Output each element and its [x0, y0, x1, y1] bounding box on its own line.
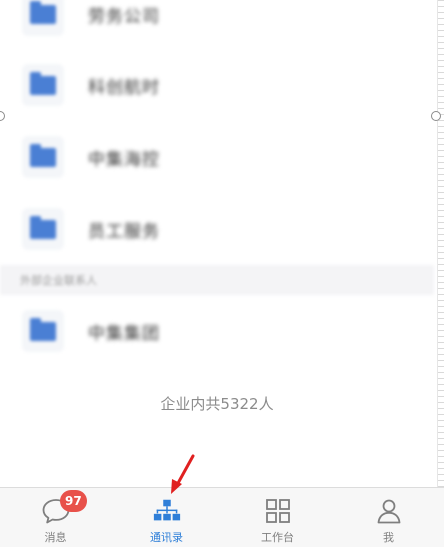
- folder-icon-wrap: [22, 64, 64, 106]
- section-header: 外部企业联系人: [0, 265, 434, 295]
- folder-icon-wrap: [22, 310, 64, 352]
- grid-icon: [263, 496, 293, 526]
- person-icon: [374, 496, 404, 526]
- org-chart-icon: [152, 496, 182, 526]
- list-item[interactable]: 中集海控: [0, 121, 434, 193]
- folder-icon-wrap: [22, 208, 64, 250]
- folder-icon: [30, 317, 56, 341]
- tab-label: 我: [383, 531, 394, 544]
- contacts-screen: 劳务公司 科创航时 中集海控 员工服务 外部企业联系人 中集集团 企业内共532…: [0, 0, 444, 547]
- bottom-tab-bar: 97 消息 通讯录 工作台 我: [0, 487, 444, 547]
- list-item-label: 科创航时: [88, 77, 160, 98]
- tab-workbench[interactable]: 工作台: [222, 488, 333, 547]
- folder-icon-wrap: [22, 0, 64, 36]
- tab-contacts[interactable]: 通讯录: [111, 488, 222, 547]
- list-item[interactable]: 中集集团: [0, 295, 434, 367]
- resize-handle-right[interactable]: [431, 111, 441, 121]
- tab-me[interactable]: 我: [333, 488, 444, 547]
- org-list: 劳务公司 科创航时 中集海控 员工服务 外部企业联系人 中集集团: [0, 0, 434, 367]
- tab-label: 工作台: [261, 531, 294, 544]
- list-item[interactable]: 劳务公司: [0, 0, 434, 49]
- tab-messages[interactable]: 97 消息: [0, 488, 111, 547]
- list-item-label: 员工服务: [88, 221, 160, 242]
- tab-label: 消息: [44, 531, 67, 544]
- unread-badge: 97: [60, 490, 87, 512]
- list-item[interactable]: 员工服务: [0, 193, 434, 265]
- folder-icon: [30, 71, 56, 95]
- list-item-label: 劳务公司: [88, 7, 160, 27]
- folder-icon: [30, 143, 56, 167]
- annotation-arrow-icon: [171, 454, 195, 494]
- folder-icon: [30, 215, 56, 239]
- folder-icon: [30, 1, 56, 24]
- folder-icon-wrap: [22, 136, 64, 178]
- tab-label: 通讯录: [150, 531, 183, 544]
- member-count-summary: 企业内共5322人: [160, 395, 274, 413]
- scroll-ruler: [437, 0, 444, 488]
- list-item[interactable]: 科创航时: [0, 49, 434, 121]
- list-item-label: 中集集团: [88, 323, 160, 344]
- list-item-label: 中集海控: [88, 149, 160, 170]
